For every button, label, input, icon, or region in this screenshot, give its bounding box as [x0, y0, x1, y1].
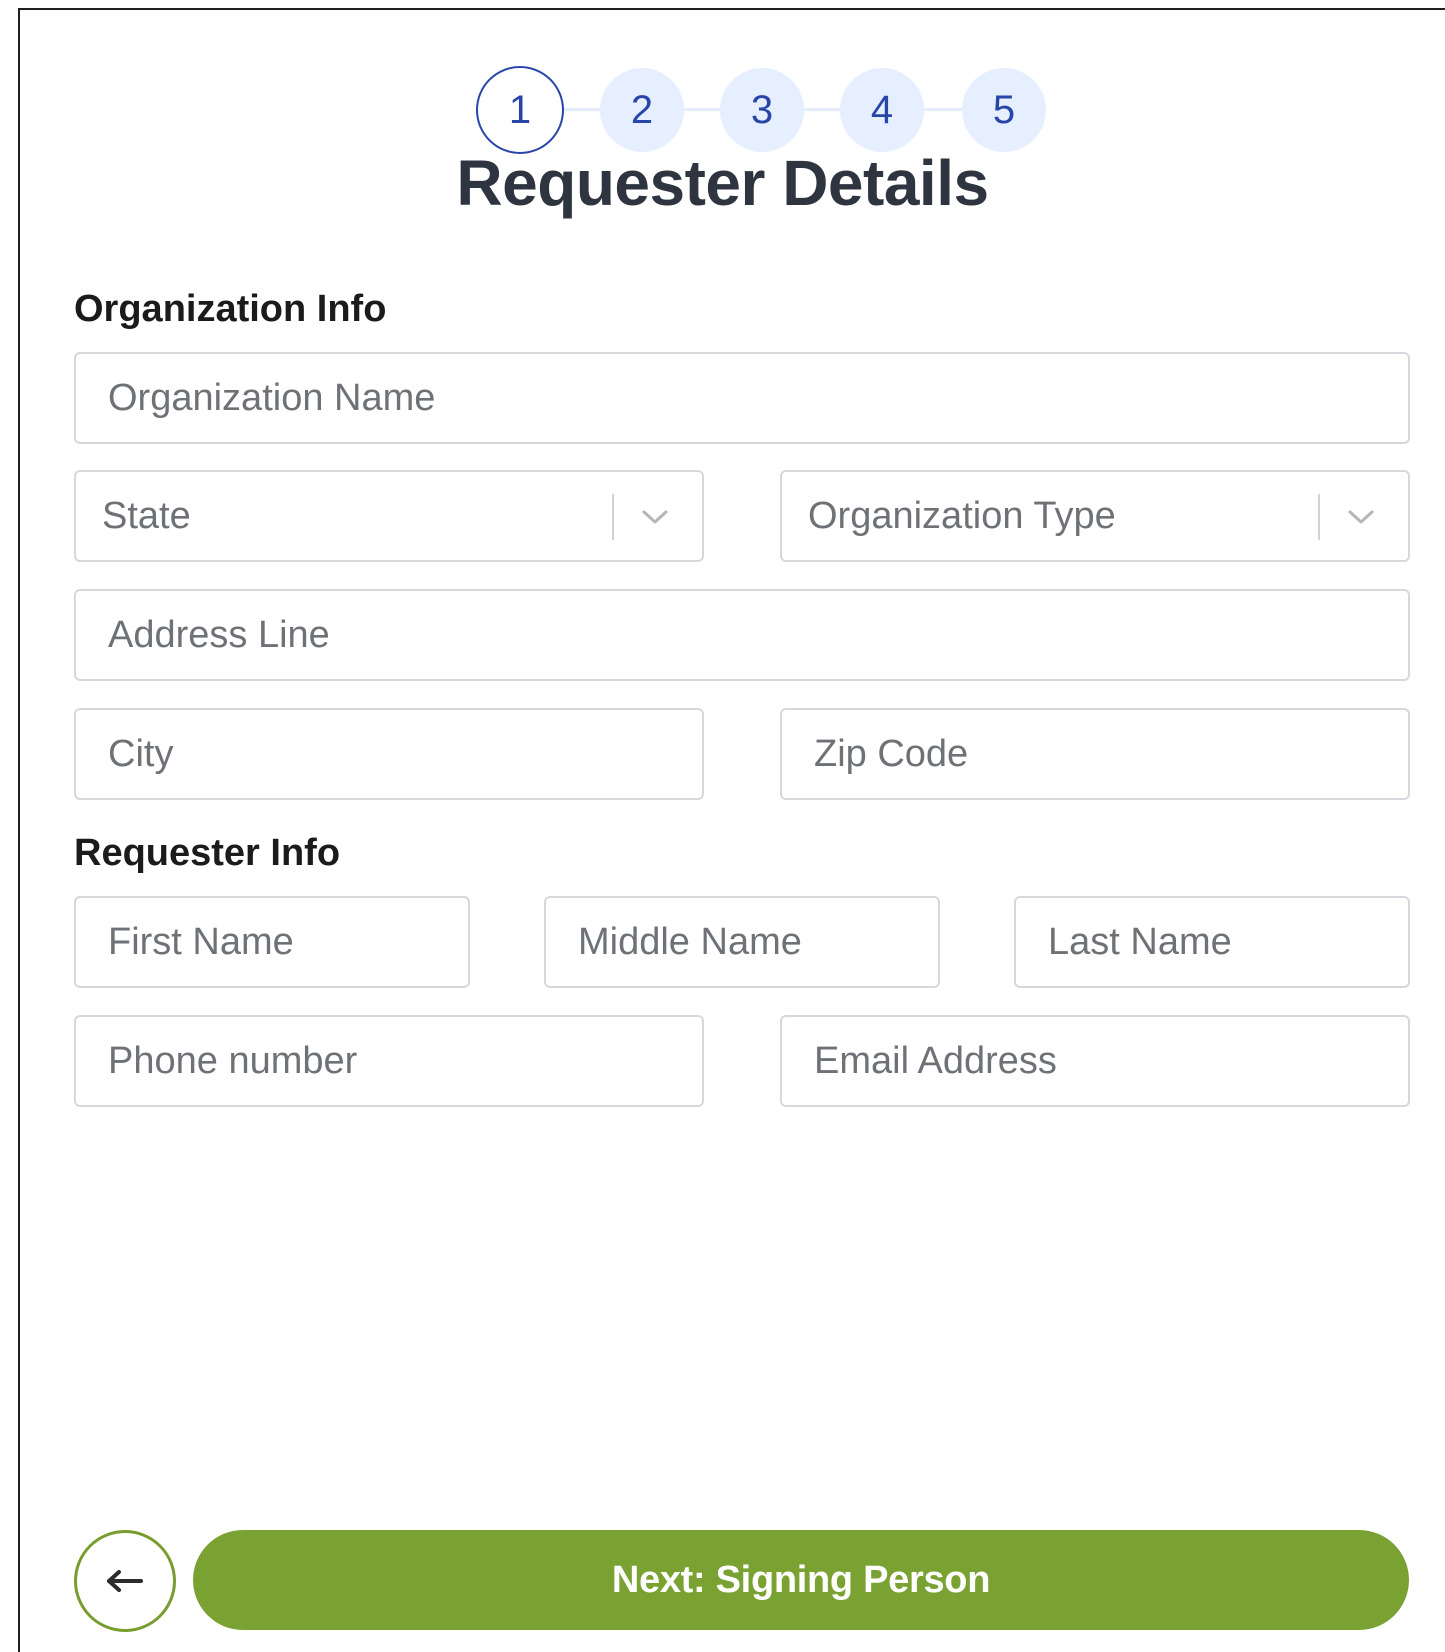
step-4[interactable]: 4 [840, 68, 924, 152]
chevron-down-icon[interactable] [632, 494, 678, 540]
back-button[interactable] [74, 1530, 176, 1632]
first-name-input[interactable] [76, 898, 468, 986]
organization-type-select-placeholder: Organization Type [808, 495, 1116, 537]
chevron-down-icon[interactable] [1338, 494, 1384, 540]
address-line-field [74, 589, 1410, 681]
last-name-field [1014, 896, 1410, 988]
state-select-placeholder: State [102, 495, 191, 537]
requester-section-title: Requester Info [74, 832, 341, 874]
page-title: Requester Details [456, 147, 989, 219]
email-address-field [780, 1015, 1410, 1107]
middle-name-field [544, 896, 940, 988]
form-panel: 1 2 3 4 5 [18, 8, 1445, 1652]
zip-code-input[interactable] [782, 710, 1408, 798]
middle-name-input[interactable] [546, 898, 938, 986]
address-line-input[interactable] [76, 591, 1408, 679]
organization-name-input[interactable] [76, 354, 1408, 442]
city-field [74, 708, 704, 800]
zip-code-field [780, 708, 1410, 800]
step-3[interactable]: 3 [720, 68, 804, 152]
state-select[interactable]: State [74, 470, 704, 562]
step-5[interactable]: 5 [962, 68, 1046, 152]
first-name-field [74, 896, 470, 988]
organization-name-field [74, 352, 1410, 444]
organization-type-select[interactable]: Organization Type [780, 470, 1410, 562]
organization-type-select-separator [1318, 494, 1320, 540]
organization-section-title: Organization Info [74, 288, 387, 330]
phone-number-field [74, 1015, 704, 1107]
email-address-input[interactable] [782, 1017, 1408, 1105]
state-select-separator [612, 494, 614, 540]
phone-number-input[interactable] [76, 1017, 702, 1105]
step-1[interactable]: 1 [476, 66, 564, 154]
city-input[interactable] [76, 710, 702, 798]
arrow-left-icon [107, 1570, 143, 1592]
last-name-input[interactable] [1016, 898, 1408, 986]
next-signing-person-button[interactable]: Next: Signing Person [193, 1530, 1409, 1630]
progress-stepper: 1 2 3 4 5 [476, 64, 1046, 154]
step-2[interactable]: 2 [600, 68, 684, 152]
